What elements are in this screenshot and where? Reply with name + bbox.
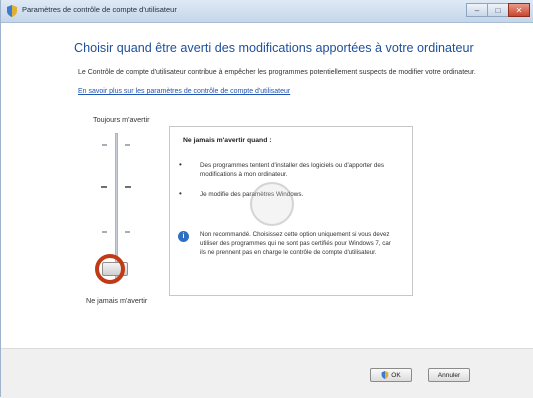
info-panel: Ne jamais m'avertir quand : • Des progra… (169, 126, 413, 296)
window-title: Paramètres de contrôle de compte d'utili… (22, 5, 177, 14)
highlight-circle (95, 254, 125, 284)
info-bullet-1: Des programmes tentent d'installer des l… (200, 162, 385, 178)
ok-label: OK (391, 371, 401, 379)
watermark-logo (250, 182, 294, 226)
uac-settings-window: Paramètres de contrôle de compte d'utili… (0, 0, 533, 398)
slider-tick (102, 231, 107, 233)
cancel-button[interactable]: Annuler (428, 368, 470, 382)
slider-top-label: Toujours m'avertir (93, 115, 150, 124)
uac-shield-icon (7, 5, 17, 17)
bullet-icon: • (179, 189, 182, 198)
info-bullet-2: Je modifie des paramètres Windows. (200, 191, 304, 198)
info-shield-icon: i (178, 231, 189, 242)
info-title: Ne jamais m'avertir quand : (183, 137, 272, 144)
page-heading: Choisir quand être averti des modificati… (74, 41, 474, 55)
learn-more-link[interactable]: En savoir plus sur les paramètres de con… (78, 88, 290, 95)
slider-bottom-label: Ne jamais m'avertir (86, 296, 148, 305)
minimize-button[interactable]: – (466, 3, 488, 17)
window-controls: – □ ✕ (466, 3, 530, 18)
slider-tick (125, 231, 130, 233)
uac-shield-icon (381, 371, 389, 379)
info-note: Non recommandé. Choisissez cette option … (200, 231, 391, 256)
ok-button[interactable]: OK (370, 368, 412, 382)
slider-tick (102, 144, 107, 146)
bullet-icon: • (179, 160, 182, 169)
slider-tick (101, 186, 107, 188)
slider-tick (125, 144, 130, 146)
page-description: Le Contrôle de compte d'utilisateur cont… (78, 69, 476, 76)
maximize-button[interactable]: □ (487, 3, 509, 17)
slider-tick (125, 186, 131, 188)
title-bar: Paramètres de contrôle de compte d'utili… (1, 0, 533, 23)
close-button[interactable]: ✕ (508, 3, 530, 17)
